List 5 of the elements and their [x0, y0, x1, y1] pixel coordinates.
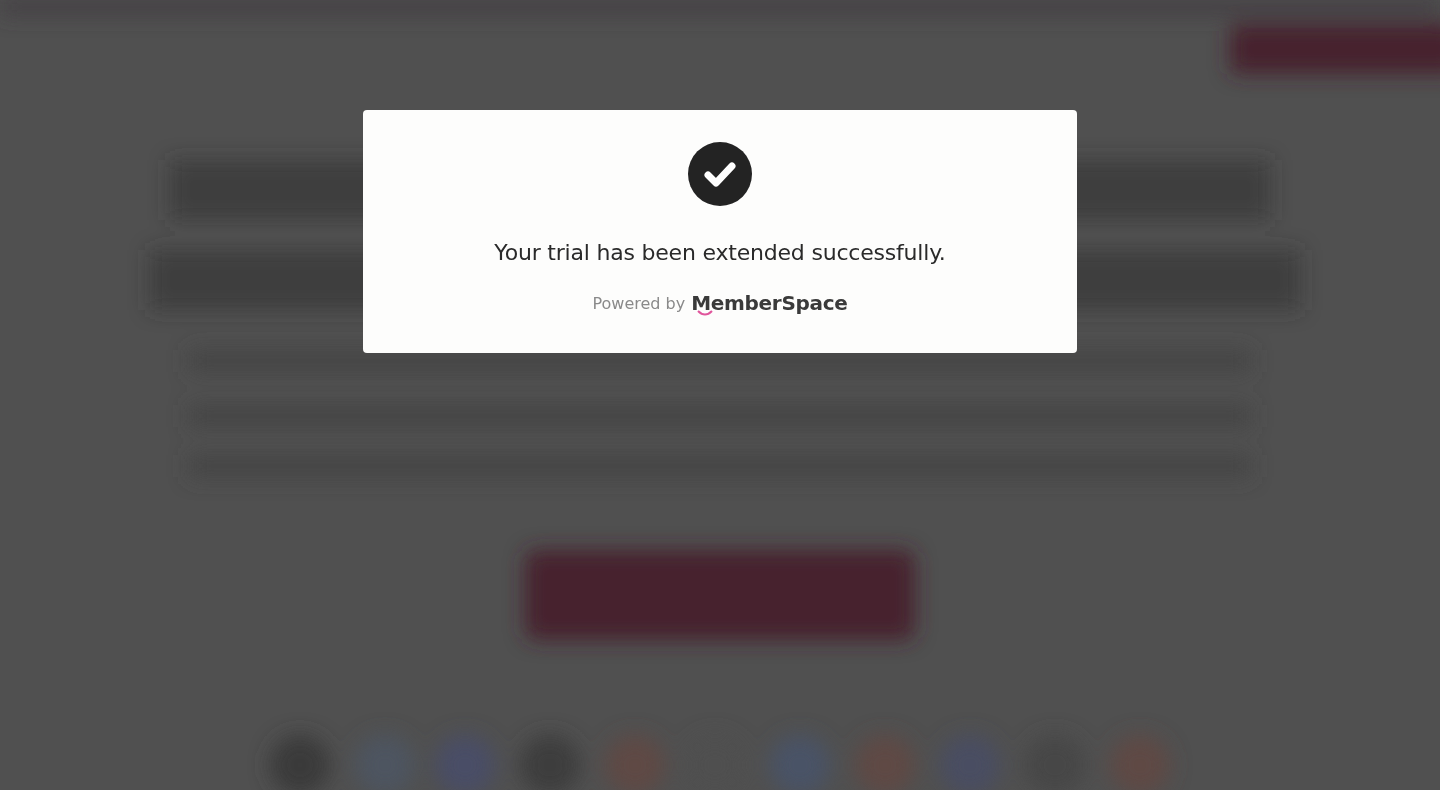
powered-by-label: Powered by: [592, 293, 686, 313]
smile-icon: [697, 310, 714, 316]
brand-logo-text[interactable]: MemberSpace: [691, 291, 848, 315]
checkmark-icon: [688, 142, 752, 206]
success-message: Your trial has been extended successfully.: [494, 240, 946, 265]
